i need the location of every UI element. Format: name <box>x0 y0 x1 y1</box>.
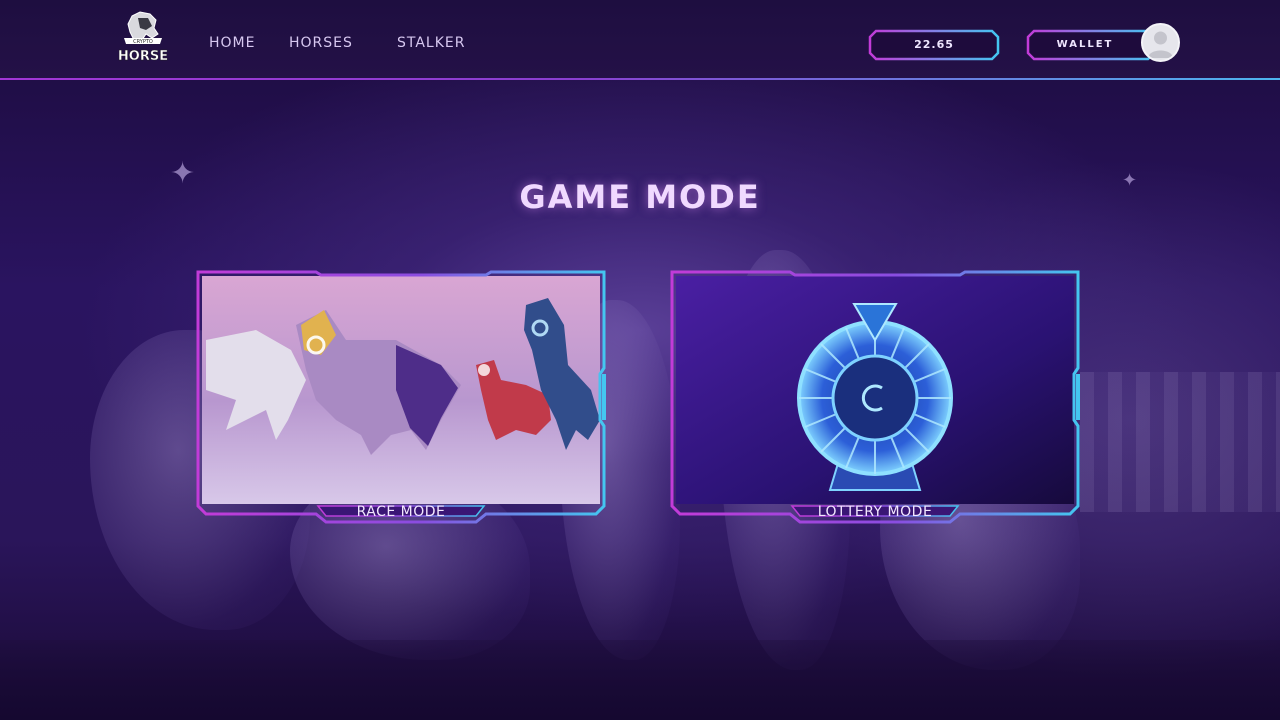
svg-text:CRYPTO: CRYPTO <box>133 39 153 45</box>
background-scene: ✦ ✦ <box>0 0 1280 720</box>
user-avatar[interactable] <box>1141 23 1180 62</box>
user-icon <box>1148 31 1173 58</box>
lottery-wheel-image <box>676 276 1074 504</box>
lottery-mode-label: LOTTERY MODE <box>817 504 933 520</box>
background-floor <box>0 640 1280 720</box>
nav-stalker[interactable]: STALKER <box>397 35 465 51</box>
header-divider <box>0 78 1280 80</box>
background-fence <box>1080 372 1280 512</box>
wallet-label: WALLET <box>1056 39 1114 50</box>
lottery-mode-card[interactable]: LOTTERY MODE <box>670 270 1080 526</box>
crypto-horse-logo[interactable]: CRYPTO HORSE <box>118 10 168 68</box>
horses-racing-image <box>202 276 600 504</box>
top-navigation-bar: CRYPTO HORSE HOME HORSES STALKER 22.65 W… <box>0 0 1280 80</box>
race-mode-card[interactable]: RACE MODE <box>196 270 606 526</box>
nav-horses[interactable]: HORSES <box>289 35 353 51</box>
balance-display: 22.65 <box>868 29 1000 61</box>
wallet-button[interactable]: WALLET <box>1026 29 1156 61</box>
race-mode-label: RACE MODE <box>356 504 446 520</box>
logo-text: HORSE <box>118 49 168 64</box>
balance-value: 22.65 <box>914 38 954 51</box>
nav-home[interactable]: HOME <box>209 35 255 51</box>
page-title: GAME MODE <box>519 178 761 216</box>
